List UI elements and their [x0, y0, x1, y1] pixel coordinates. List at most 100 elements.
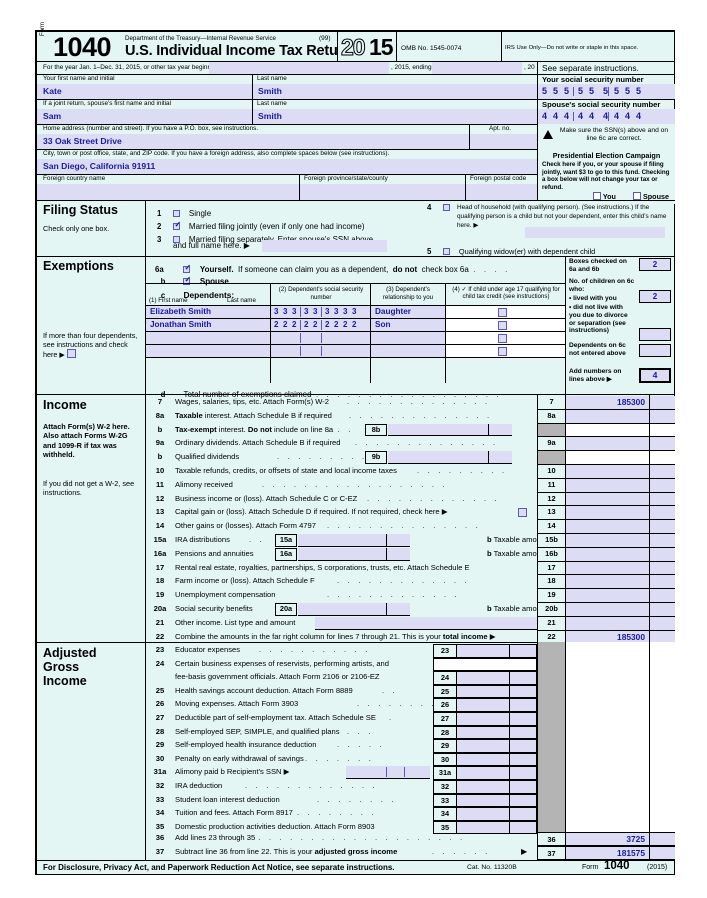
dependent-ssn-input[interactable]: 222222222 — [271, 319, 370, 331]
sub-line-cents[interactable] — [488, 451, 512, 464]
tax-year-begin-input[interactable] — [209, 62, 389, 74]
dependent-ssn-input[interactable]: 333333333 — [271, 306, 370, 318]
line-amount-input[interactable] — [566, 451, 649, 465]
dependent-ctc-cell[interactable] — [446, 332, 565, 344]
line-cents-input[interactable] — [650, 492, 675, 507]
line-cents-input[interactable] — [650, 506, 675, 521]
line-cents-input[interactable] — [509, 793, 537, 808]
line-cents-input[interactable] — [650, 832, 675, 846]
dependent-name-input[interactable]: Elizabeth Smith — [146, 306, 270, 318]
line-amount-input[interactable]: 181575 — [566, 846, 649, 860]
dependent-relationship-input[interactable] — [371, 332, 445, 344]
sub-line-cents[interactable] — [386, 603, 410, 616]
line-amount-input[interactable] — [566, 589, 649, 603]
recipient-ssn-input[interactable] — [346, 766, 430, 779]
line-cents-input[interactable] — [650, 561, 675, 576]
line-cents-input[interactable] — [650, 589, 675, 603]
line-amount-input[interactable] — [566, 437, 649, 452]
dependent-ctc-checkbox[interactable] — [498, 334, 507, 343]
lived-with-you-box[interactable]: 2 — [639, 290, 671, 303]
dependent-ctc-cell[interactable] — [446, 319, 565, 331]
spouse-last-name-input[interactable] — [253, 109, 537, 124]
line-cents-input[interactable] — [509, 712, 537, 726]
dependent-ctc-checkbox[interactable] — [498, 308, 507, 317]
line-cents-input[interactable] — [650, 396, 675, 410]
line-cents-input[interactable] — [650, 603, 675, 617]
tax-year-end-input[interactable] — [432, 62, 522, 74]
line-amount-input[interactable] — [566, 520, 649, 534]
line-cents-input[interactable] — [509, 698, 537, 712]
line-cents-input[interactable] — [650, 547, 675, 562]
not-entered-above-box[interactable] — [639, 344, 671, 357]
line-cents-input[interactable] — [509, 671, 537, 685]
sub-line-input[interactable] — [388, 451, 488, 464]
line-amount-input[interactable] — [566, 423, 649, 438]
line-cents-input[interactable] — [509, 807, 537, 821]
line-amount-input[interactable] — [566, 575, 649, 590]
divorce-separation-box[interactable] — [639, 328, 671, 341]
line-amount-input[interactable] — [566, 603, 649, 617]
line-cents-input[interactable] — [650, 409, 675, 424]
dependent-ctc-cell[interactable] — [446, 306, 565, 318]
line-cents-input[interactable] — [650, 534, 675, 548]
boxes-checked-box[interactable]: 2 — [639, 258, 671, 271]
foreign-postal-input[interactable] — [466, 184, 537, 200]
foreign-province-input[interactable] — [300, 184, 465, 200]
line-amount-input[interactable] — [566, 547, 649, 562]
sub-line-input[interactable] — [388, 423, 488, 437]
filing-status-4-child-name-input[interactable] — [525, 227, 665, 238]
dependent-ssn-input[interactable] — [271, 332, 370, 344]
more-dependents-checkbox[interactable] — [66, 349, 76, 359]
line-cents-input[interactable] — [509, 644, 537, 658]
line-cents-input[interactable] — [509, 684, 537, 699]
line-amount-input[interactable]: 3725 — [566, 832, 649, 846]
last-name-input[interactable] — [253, 84, 537, 99]
line-amount-input[interactable] — [566, 465, 649, 479]
line-checkbox[interactable] — [518, 508, 527, 518]
line-cents-input[interactable] — [650, 465, 675, 479]
total-exemptions-box[interactable]: 4 — [639, 368, 671, 383]
line-cents-input[interactable] — [509, 739, 537, 753]
line-amount-input[interactable] — [566, 478, 649, 493]
sub-line-cents[interactable] — [386, 547, 410, 561]
dependent-ctc-checkbox[interactable] — [498, 347, 507, 356]
line-amount-input[interactable] — [566, 492, 649, 507]
line-cents-input[interactable] — [650, 437, 675, 452]
other-income-type-input[interactable] — [315, 616, 537, 630]
line-cents-input[interactable] — [650, 520, 675, 534]
foreign-country-input[interactable] — [37, 184, 299, 200]
line-amount-input[interactable]: 185300 — [566, 396, 649, 410]
dependent-relationship-input[interactable]: Son — [371, 319, 445, 331]
line-cents-input[interactable] — [509, 725, 537, 740]
sub-line-cents[interactable] — [386, 534, 410, 547]
apt-no-input[interactable] — [470, 134, 537, 149]
dependent-name-input[interactable] — [146, 345, 270, 357]
sub-line-cents[interactable] — [488, 423, 512, 437]
line-cents-input[interactable] — [509, 780, 537, 794]
line-cents-input[interactable] — [650, 575, 675, 590]
line-amount-input[interactable] — [566, 409, 649, 424]
sub-line-input[interactable] — [298, 534, 386, 547]
line-cents-input[interactable] — [650, 616, 675, 631]
line-cents-input[interactable] — [650, 478, 675, 493]
sub-line-input[interactable] — [298, 603, 386, 616]
sub-line-input[interactable] — [298, 547, 386, 561]
dependent-name-input[interactable]: Jonathan Smith — [146, 319, 270, 331]
filing-status-3-spouse-name-input[interactable] — [262, 240, 387, 252]
filing-status-4-checkbox[interactable] — [443, 204, 450, 211]
line-cents-input[interactable] — [650, 846, 675, 860]
first-name-input[interactable] — [37, 84, 252, 99]
line-amount-input[interactable] — [566, 561, 649, 576]
line-cents-input[interactable] — [650, 451, 675, 465]
spouse-first-name-input[interactable] — [37, 109, 252, 124]
dependent-relationship-input[interactable] — [371, 345, 445, 357]
dependent-ctc-checkbox[interactable] — [498, 321, 507, 330]
dependent-name-input[interactable] — [146, 332, 270, 344]
line-amount-input[interactable] — [566, 534, 649, 548]
line-cents-input[interactable] — [650, 423, 675, 438]
line-cents-input[interactable] — [509, 766, 537, 780]
dependent-ssn-input[interactable] — [271, 345, 370, 357]
filing-status-5-checkbox[interactable] — [443, 248, 451, 255]
line-amount-input[interactable] — [566, 506, 649, 521]
dependent-ctc-cell[interactable] — [446, 345, 565, 357]
